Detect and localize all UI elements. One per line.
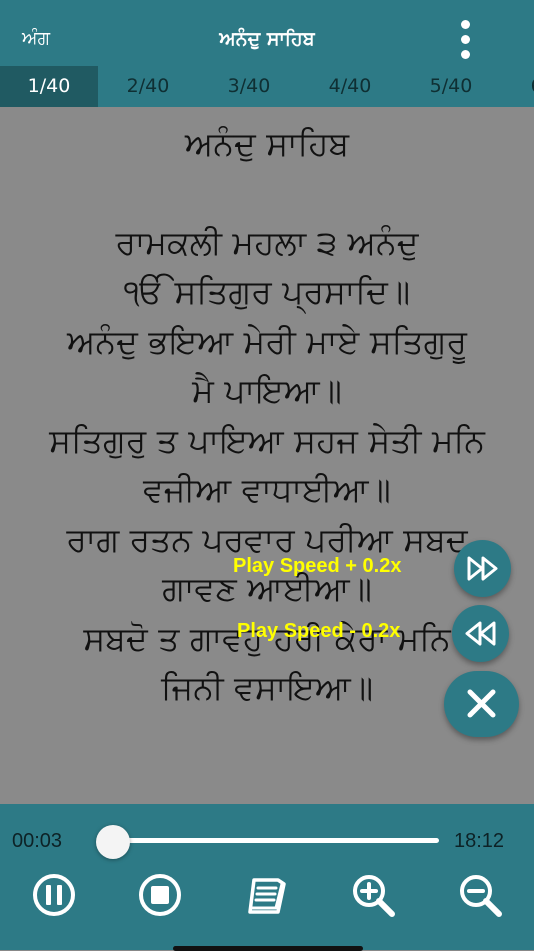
zoom-out-icon [460, 875, 502, 917]
pause-icon [33, 874, 75, 916]
speed-increase-label: Play Speed + 0.2x [233, 555, 402, 577]
fast-forward-icon [467, 556, 498, 581]
gurbani-line: ਰਾਮਕਲੀ ਮਹਲਾ ੩ ਅਨੰਦੁ [115, 222, 419, 262]
tab-page-5[interactable]: 5/40 [402, 66, 500, 107]
pause-button[interactable] [27, 868, 81, 922]
book-icon [248, 878, 286, 914]
tab-page-4[interactable]: 4/40 [301, 66, 399, 107]
home-indicator [173, 946, 363, 951]
close-icon [467, 689, 496, 718]
gurbani-line: ਮੈ ਪਾਇਆ॥ [192, 371, 342, 410]
speed-decrease-label: Play Speed - 0.2x [237, 620, 401, 642]
gurbani-title: ਅਨੰਦੁ ਸਾਹਿਬ [184, 124, 350, 163]
zoom-in-button[interactable] [346, 868, 400, 922]
zoom-in-icon [353, 875, 395, 917]
speed-decrease-button[interactable] [452, 605, 509, 662]
gurbani-line: ਅਨੰਦੁ ਭਇਆ ਮੇਰੀ ਮਾਏ ਸਤਿਗੁਰੂ [67, 321, 467, 361]
seek-thumb[interactable] [95, 825, 130, 859]
book-button[interactable] [240, 868, 294, 922]
rewind-icon [465, 621, 496, 646]
more-vertical-icon[interactable] [452, 20, 480, 60]
elapsed-time: 00:03 [12, 830, 63, 852]
gurbani-line: ਸਤਿਗੁਰੁ ਤ ਪਾਇਆ ਸਹਜ ਸੇਤੀ ਮਨਿ [49, 420, 485, 460]
tab-page-3[interactable]: 3/40 [200, 66, 298, 107]
tab-page-2[interactable]: 2/40 [99, 66, 197, 107]
close-speed-button[interactable] [444, 671, 519, 737]
tab-page-6[interactable]: 6/40 [503, 66, 534, 107]
audio-player: 00:03 18:12 [0, 804, 534, 951]
gurbani-line: ੴ ਸਤਿਗੁਰ ਪ੍ਰਸਾਦਿ॥ [123, 272, 411, 311]
app-header: ਅੰਗ ਅਨੰਦੁ ਸਾਹਿਬ [0, 0, 534, 66]
total-time: 18:12 [454, 830, 505, 852]
seek-bar[interactable] [95, 825, 439, 859]
stop-button[interactable] [133, 868, 187, 922]
speed-increase-button[interactable] [454, 540, 511, 597]
tab-page-1[interactable]: 1/40 [0, 66, 98, 107]
gurbani-line: ਵਜੀਆ ਵਾਧਾਈਆ॥ [143, 470, 391, 509]
stop-icon [139, 874, 181, 916]
page-tabs: 1/40 2/40 3/40 4/40 5/40 6/40 [0, 66, 534, 107]
zoom-out-button[interactable] [453, 868, 507, 922]
